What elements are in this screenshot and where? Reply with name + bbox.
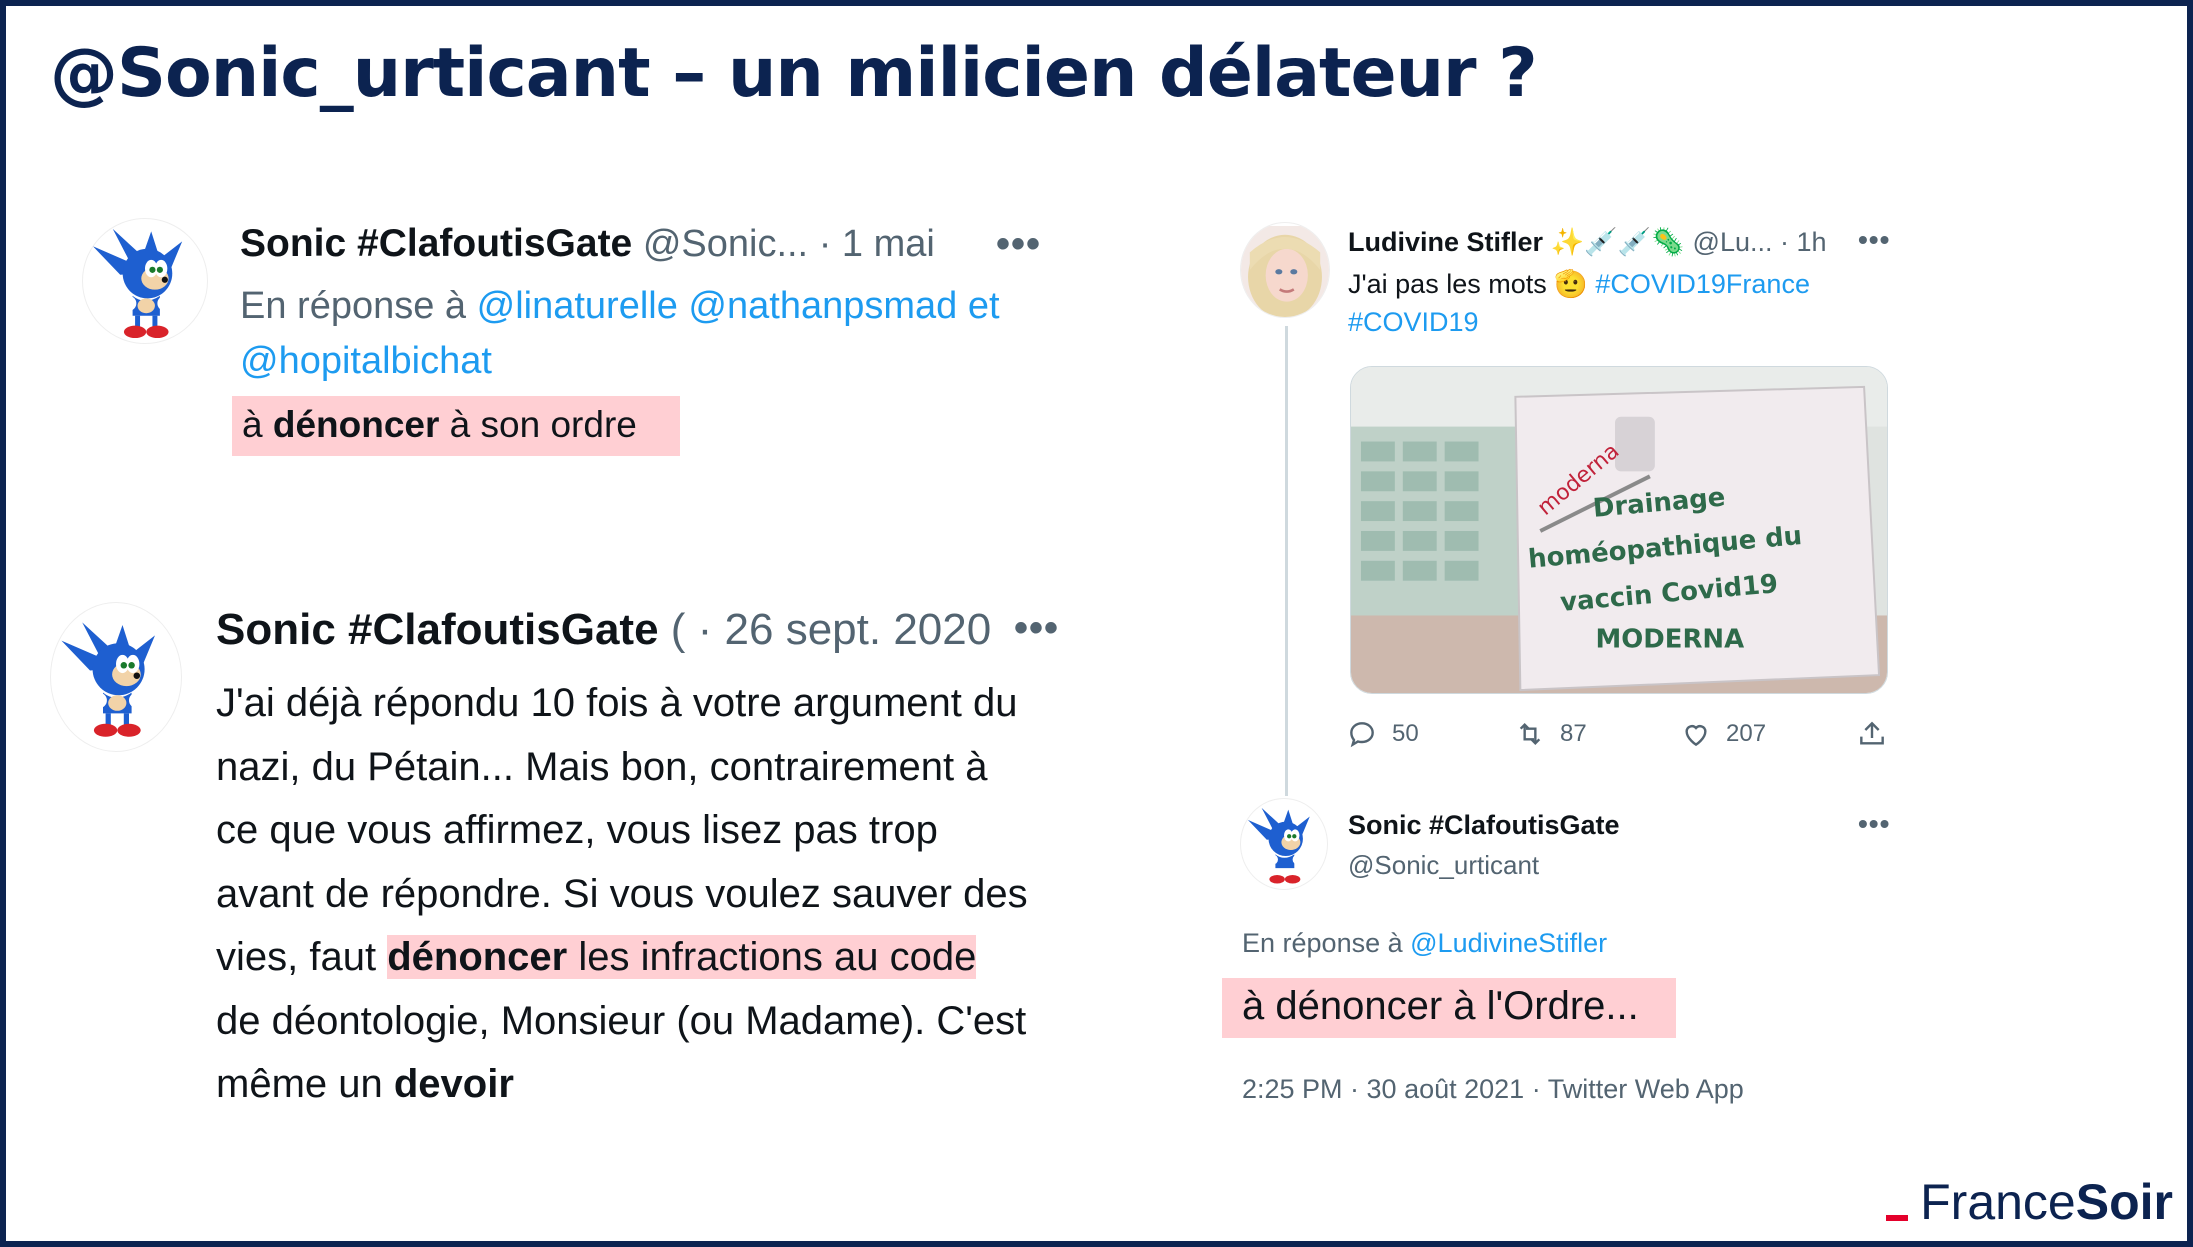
tweet2-line: avant de répondre. Si vous voulez sauver… [216,871,1028,916]
tweet3-header: Ludivine Stifler ✨💉💉🦠 @Lu... · 1h [1348,226,1827,258]
tweet3-photo[interactable]: moderna Drainage homéopathique du vaccin… [1350,366,1888,694]
tweet4-reply-prefix: En réponse à [1242,928,1403,958]
tweet3-more-icon[interactable]: ••• [1858,224,1890,256]
tweet2-line: vies, faut dénoncer les infractions au c… [216,926,1066,990]
tweet4-meta[interactable]: 2:25 PM · 30 août 2021 · Twitter Web App [1242,1074,1744,1105]
tweet2-time[interactable]: · 26 sept. 2020 [698,605,992,654]
tweet1-handle[interactable]: @Sonic... [643,223,808,265]
tweet4-more-icon[interactable]: ••• [1858,808,1890,840]
sonic-avatar-icon [61,622,155,737]
tweet2-line5-emph: dénoncer [387,935,568,979]
tweet2-line: J'ai déjà répondu 10 fois à votre argume… [216,681,1018,725]
avatar-sonic[interactable] [82,218,208,344]
reply-prefix: En réponse à [240,285,467,327]
pharmacy-sign-photo: moderna Drainage homéopathique du vaccin… [1351,367,1887,693]
reply-count: 50 [1392,720,1419,747]
ludivine-avatar-icon [1241,226,1329,317]
tweet1-reply-line: En réponse à @linaturelle @nathanpsmad e… [240,285,1000,328]
slide-title: @Sonic_urticant – un milicien délateur ? [50,34,1538,113]
sonic-avatar-icon [92,228,183,339]
tweet3-handle[interactable]: @Lu... [1693,227,1773,257]
tweet1-time[interactable]: · 1 mai [819,223,935,265]
reply-action[interactable]: 50 [1346,718,1419,750]
tweet4-name[interactable]: Sonic #ClafoutisGate [1348,810,1620,841]
photo-sign-line-4: MODERNA [1596,624,1745,654]
tweet2-line: même un devoir [216,1053,1066,1117]
retweet-action[interactable]: 87 [1514,718,1587,750]
tweet2-name[interactable]: Sonic #ClafoutisGate [216,605,659,654]
tweet2-header: Sonic #ClafoutisGate ( · 26 sept. 2020 [216,605,991,655]
tweet2-line5-a: vies, faut [216,935,388,979]
reply-and[interactable]: et [968,285,1000,327]
tweet2-line7-a: même un [216,1062,394,1106]
heart-icon [1685,725,1707,747]
francesoir-logo: France Soir [1886,1173,2173,1231]
tweet4-reply-line: En réponse à @LudivineStifler [1242,928,1607,959]
tweet1-more-icon[interactable]: ••• [996,222,1041,267]
tweet2-handle[interactable]: ( [671,605,686,654]
tweet3-text: J'ai pas les mots 🫡 [1348,269,1588,299]
sonic-avatar-icon [1247,807,1310,884]
avatar-sonic-2[interactable] [50,602,182,752]
like-action[interactable]: 207 [1680,718,1766,750]
tweet3-name[interactable]: Ludivine Stifler [1348,227,1543,257]
tweet4-body: à dénoncer à l'Ordre... [1222,978,1676,1038]
brand-part1: France [1920,1174,2076,1230]
tweet1-body-emph: dénoncer [272,404,440,445]
brand-mark [1886,1215,1909,1221]
retweet-icon [1519,722,1541,746]
avatar-ludivine[interactable] [1240,222,1330,318]
share-icon [1860,721,1884,745]
like-count: 207 [1726,720,1767,747]
tweet2-body: J'ai déjà répondu 10 fois à votre argume… [216,672,1066,1117]
reply-icon [1350,722,1374,748]
tweet3-emojis: ✨💉💉🦠 [1550,227,1686,257]
tweet2-line7-emph: devoir [393,1062,514,1106]
tweet1-name[interactable]: Sonic #ClafoutisGate [240,222,632,265]
hashtag-covid19[interactable]: #COVID19 [1348,307,1479,337]
mention-ludivinestifler[interactable]: @LudivineStifler [1410,928,1607,958]
share-action[interactable] [1856,718,1888,750]
avatar-sonic-3[interactable] [1240,798,1328,890]
tweet2-more-icon[interactable]: ••• [1014,606,1059,651]
mention-linaturelle[interactable]: @linaturelle [477,285,678,327]
tweet2-line: ce que vous affirmez, vous lisez pas tro… [216,808,938,852]
tweet1-body-a: à [242,404,273,445]
tweet1-reply-line2: @hopitalbichat [240,340,492,383]
tweet2-line: nazi, du Pétain... Mais bon, contraireme… [216,744,988,789]
mention-hopitalbichat[interactable]: @hopitalbichat [240,340,492,382]
tweet4-handle[interactable]: @Sonic_urticant [1348,850,1539,881]
tweet3-text-line: J'ai pas les mots 🫡 #COVID19France [1348,268,1810,300]
thread-line [1285,326,1288,796]
tweet3-text-line2: #COVID19 [1348,307,1479,338]
tweet1-body: à dénoncer à son ordre [232,396,680,456]
tweet1-header: Sonic #ClafoutisGate @Sonic... · 1 mai [240,222,935,266]
mention-nathanpsmad[interactable]: @nathanpsmad [688,285,957,327]
brand-part2: Soir [2075,1174,2173,1230]
hashtag-covid19france[interactable]: #COVID19France [1595,269,1810,299]
retweet-count: 87 [1560,720,1587,747]
tweet2-highlight: dénoncer les infractions au code [387,935,977,979]
tweet2-line5-c: les infractions au code [567,935,977,979]
tweet2-line: de déontologie, Monsieur (ou Madame). C'… [216,998,1027,1043]
tweet3-time[interactable]: · 1h [1780,227,1827,257]
tweet1-body-c: à son ordre [439,404,637,445]
